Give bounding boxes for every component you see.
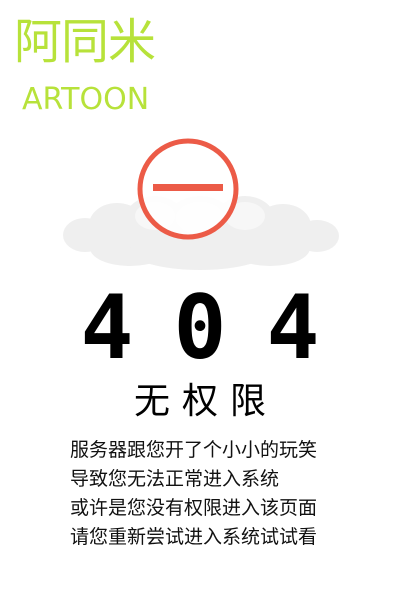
brand-logo: 阿同米 ARTOON [12,10,162,117]
description-line: 服务器跟您开了个小小的玩笑 [70,439,318,461]
error-code: 404 [80,276,360,379]
no-entry-icon [137,138,239,240]
description-line: 或许是您没有权限进入该页面 [70,497,318,519]
error-description: 服务器跟您开了个小小的玩笑 导致您无法正常进入系统 或许是您没有权限进入该页面 … [70,436,370,552]
error-title: 无权限 [133,381,278,422]
logo-chinese-text: 阿同米 [14,14,156,70]
description-line: 导致您无法正常进入系统 [70,468,280,490]
logo-english-text: ARTOON [22,82,150,117]
description-line: 请您重新尝试进入系统试试看 [70,526,318,548]
error-illustration [55,135,345,280]
error-page: 阿同米 ARTOON 404 无权限 服务器跟您开了个小小的玩笑 导致您无法正常… [0,0,400,600]
